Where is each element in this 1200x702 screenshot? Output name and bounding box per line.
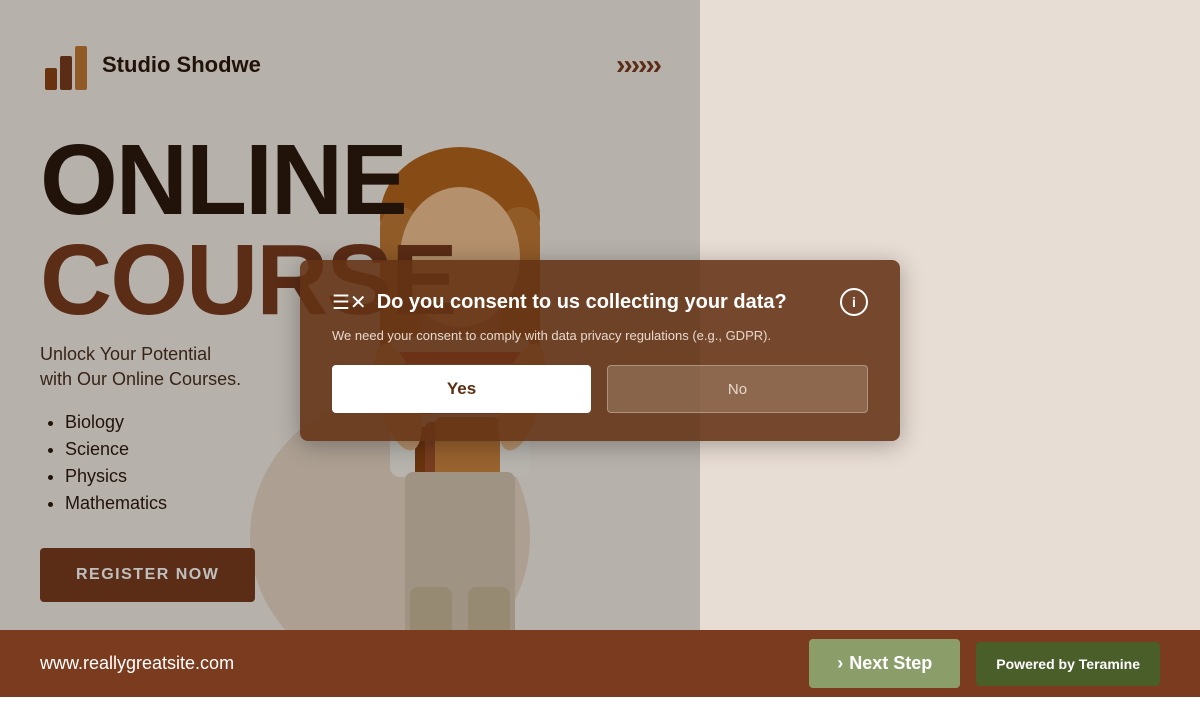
next-step-arrow-icon: › (837, 653, 843, 674)
powered-by-brand: Teramine (1079, 656, 1140, 672)
modal-header-left: ☰✕ Do you consent to us collecting your … (332, 290, 787, 315)
powered-by-label: Powered by (996, 656, 1075, 672)
modal-body-text: We need your consent to comply with data… (332, 328, 868, 343)
consent-no-button[interactable]: No (607, 365, 868, 413)
modal-title: Do you consent to us collecting your dat… (377, 291, 787, 314)
modal-header: ☰✕ Do you consent to us collecting your … (332, 288, 868, 316)
next-step-button[interactable]: › Next Step (809, 639, 960, 688)
info-icon-button[interactable]: i (840, 288, 868, 316)
footer-bar: www.reallygreatsite.com › Next Step Powe… (0, 630, 1200, 697)
footer-url: www.reallygreatsite.com (40, 653, 234, 674)
consent-modal: ☰✕ Do you consent to us collecting your … (300, 260, 900, 441)
modal-left-icon: ☰✕ (332, 290, 367, 315)
powered-by-button[interactable]: Powered by Teramine (976, 642, 1160, 686)
consent-yes-button[interactable]: Yes (332, 365, 591, 413)
footer-right: › Next Step Powered by Teramine (809, 639, 1160, 688)
modal-buttons: Yes No (332, 365, 868, 413)
next-step-label: Next Step (849, 653, 932, 674)
